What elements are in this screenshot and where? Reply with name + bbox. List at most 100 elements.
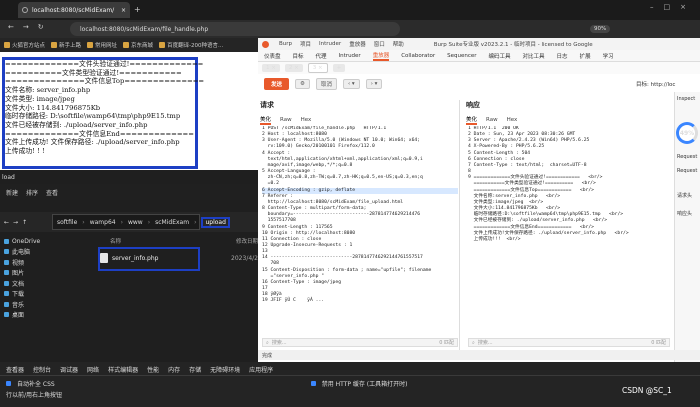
bookmark-item[interactable]: 新手上路	[51, 41, 81, 49]
bookmark-item[interactable]: 常用网址	[87, 41, 117, 49]
close-window-icon[interactable]: ×	[680, 3, 686, 11]
toolbar-item[interactable]: 查看	[46, 188, 58, 197]
bookmark-label: 火狐官方站点	[12, 43, 46, 49]
menu-item[interactable]: 窗口	[374, 40, 385, 48]
file-row[interactable]: server_info.php 2023/4/2	[100, 248, 258, 268]
devtools-tab[interactable]: 调试器	[60, 365, 78, 374]
nav-item[interactable]: OneDrive	[0, 236, 50, 247]
col-date[interactable]: 修改日期	[236, 237, 258, 245]
nav-item[interactable]: 音乐	[0, 299, 50, 310]
repeater-tab[interactable]: 3 ×	[307, 63, 328, 73]
tab-pretty[interactable]: 美化	[466, 115, 478, 125]
inspector-item[interactable]: Request	[677, 154, 697, 160]
devtools-tab[interactable]: 样式编辑器	[108, 365, 138, 374]
breadcrumb[interactable]: softfile › wamp64 › www › scMidExam › upload	[52, 214, 230, 230]
checkbox[interactable]	[6, 380, 11, 386]
tab-4[interactable]: 重放器	[372, 51, 390, 61]
nav-item[interactable]: 视频	[0, 257, 50, 268]
checkbox[interactable]	[310, 380, 316, 386]
menu-item[interactable]: 项目	[300, 40, 311, 48]
tab-hex[interactable]: Hex	[301, 117, 312, 123]
nav-item[interactable]: 文档	[0, 278, 50, 289]
forward-icon[interactable]: →	[13, 219, 18, 226]
menu-item[interactable]: 重放器	[349, 40, 366, 48]
up-icon[interactable]: ↑	[22, 219, 27, 226]
cancel-button[interactable]: 取消	[315, 78, 337, 90]
menu-item[interactable]: Intruder	[319, 41, 341, 47]
menu-item[interactable]: 帮助	[393, 40, 404, 48]
inspector-item[interactable]: Request	[677, 168, 697, 174]
tab-raw[interactable]: Raw	[280, 117, 292, 123]
page-line: 临时存储路径: D:\softfile\wamp64\tmp\php9E15.t…	[5, 112, 181, 121]
nav-item[interactable]: 此电脑	[0, 247, 50, 258]
menu-item[interactable]: Burp	[279, 41, 292, 47]
tab-1[interactable]: 目标	[293, 52, 304, 60]
devtools-tab[interactable]: 无障碍环境	[210, 365, 240, 374]
bookmark-item[interactable]: 百度翻译-200种语言...	[159, 41, 223, 49]
nav-item[interactable]: 下载	[0, 289, 50, 300]
prev-icon[interactable]: ‹ ▾	[342, 79, 360, 89]
reload-icon[interactable]: ↻	[38, 23, 44, 31]
minimize-icon[interactable]: –	[650, 3, 654, 11]
new-tab-button[interactable]: +	[134, 5, 141, 14]
devtools-tab[interactable]: 查看器	[6, 365, 24, 374]
settings-icon[interactable]: ⚙	[295, 79, 310, 89]
tab-5[interactable]: Collaborator	[401, 53, 435, 59]
inspector-item[interactable]: 请求头	[677, 192, 692, 199]
devtools-tab[interactable]: 网络	[87, 365, 99, 374]
tab-3[interactable]: Intruder	[339, 53, 361, 59]
breadcrumb-item[interactable]: wamp64	[90, 219, 116, 226]
url-field[interactable]: localhost:8080/scMidExam/file_handle.php	[70, 22, 400, 36]
next-icon[interactable]: › ▾	[365, 79, 383, 89]
folder-icon	[4, 270, 9, 276]
devtools-tab[interactable]: 内存	[168, 365, 180, 374]
devtools-tab[interactable]: 存储	[189, 365, 201, 374]
tab-raw[interactable]: Raw	[486, 117, 498, 123]
tab-pretty[interactable]: 美化	[260, 115, 272, 125]
breadcrumb-item[interactable]: scMidExam	[155, 219, 189, 226]
response-editor[interactable]: 1 HTTP/1.1 200 OK 2 Date : Sun, 23 Apr 20…	[468, 126, 670, 286]
repeater-tab[interactable]: 2 ×	[284, 64, 303, 72]
tab-hex[interactable]: Hex	[507, 117, 518, 123]
repeater-tab[interactable]: +	[332, 64, 346, 72]
bookmark-item[interactable]: 京东商城	[123, 41, 153, 49]
request-editor[interactable]: 1 POST /scMidExam/file_handle.php HTTP/1…	[262, 126, 458, 338]
breadcrumb-item[interactable]: softfile	[57, 219, 77, 226]
inspector-item[interactable]: Inspect	[677, 96, 695, 102]
repeater-tab[interactable]: 1 ×	[262, 64, 280, 72]
zoom-badge[interactable]: 90%	[590, 25, 611, 33]
explorer-title: load	[2, 174, 15, 181]
devtools-tab[interactable]: 应用程序	[249, 365, 273, 374]
burp-title: Burp Suite专业版 v2023.2.1 - 临时项目 - license…	[433, 42, 593, 48]
send-button[interactable]: 发送	[264, 78, 290, 90]
tab-0[interactable]: 仪表盘	[264, 52, 281, 60]
toolbar-item[interactable]: 排序	[26, 188, 38, 197]
tab-6[interactable]: Sequencer	[447, 53, 476, 59]
back-icon[interactable]: ←	[4, 219, 9, 226]
request-search[interactable]: ⌕ 搜索... 0 匹配	[262, 338, 458, 347]
back-icon[interactable]: ←	[8, 23, 14, 31]
bookmark-item[interactable]: 火狐官方站点	[4, 41, 45, 49]
devtools-tab[interactable]: 控制台	[33, 365, 51, 374]
response-search[interactable]: ⌕ 搜索... 0 匹配	[468, 338, 670, 347]
nav-label: 桌面	[12, 312, 25, 320]
maximize-icon[interactable]: □	[664, 3, 671, 11]
nav-item[interactable]: 桌面	[0, 310, 50, 321]
devtools-tab[interactable]: 性能	[147, 365, 159, 374]
breadcrumb-item[interactable]: www	[128, 219, 143, 226]
col-name[interactable]: 名称	[110, 237, 121, 245]
browser-tab[interactable]: localhost:8080/scMidExam/ ×	[18, 2, 130, 18]
close-icon[interactable]: ×	[121, 7, 126, 14]
tab-11[interactable]: 学习	[603, 52, 614, 60]
forward-icon[interactable]: →	[23, 23, 29, 31]
target-label[interactable]: 目标: http://loc	[636, 80, 675, 88]
inspector-item[interactable]: 响应头	[677, 210, 692, 217]
tab-9[interactable]: 日志	[557, 52, 568, 60]
tab-7[interactable]: 编码工具	[489, 52, 511, 60]
breadcrumb-item[interactable]: upload	[201, 216, 230, 228]
tab-2[interactable]: 代理	[316, 52, 327, 60]
tab-10[interactable]: 扩展	[580, 52, 591, 60]
nav-item[interactable]: 图片	[0, 268, 50, 279]
tab-8[interactable]: 对比工具	[523, 52, 545, 60]
toolbar-item[interactable]: 新建	[6, 188, 18, 197]
